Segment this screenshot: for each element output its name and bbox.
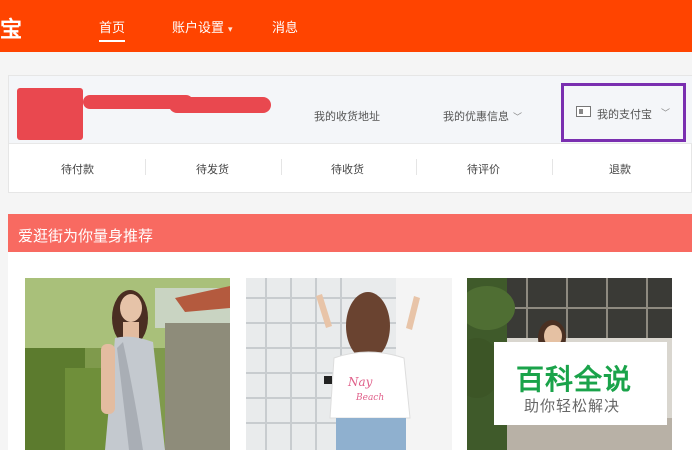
watermark-title: 百科全说 [516, 363, 633, 396]
my-address-link[interactable]: 我的收货地址 [314, 108, 380, 124]
nav-home[interactable]: 首页 [99, 17, 126, 42]
logo[interactable]: 宝 [0, 12, 22, 44]
recommendation-title: 爱逛街为你量身推荐 [18, 227, 154, 245]
chevron-down-icon: ﹀ [513, 113, 523, 123]
order-tab-refund[interactable]: 退款 [609, 161, 631, 177]
order-tab-pending-payment[interactable]: 待付款 [61, 161, 94, 177]
alipay-highlight-box[interactable]: 我的支付宝 ﹀ [561, 83, 686, 142]
user-panel: 我的收货地址 我的优惠信息 ﹀ 我的支付宝 ﹀ 待付款 待发货 待收货 待评价 退… [8, 75, 692, 193]
watermark-subtitle: 助你轻松解决 [524, 397, 621, 415]
tab-divider [552, 159, 553, 175]
nav-account-settings[interactable]: 账户设置 ▾ [172, 17, 233, 36]
chevron-down-icon: ﹀ [661, 109, 671, 119]
redacted-username-extra [169, 97, 271, 113]
top-nav-bar: 宝 首页 账户设置 ▾ 消息 [0, 0, 692, 52]
watermark-badge: 百科全说 助你轻松解决 [494, 342, 667, 425]
my-coupons-label: 我的优惠信息 [443, 110, 509, 123]
order-tab-pending-shipment[interactable]: 待发货 [196, 161, 229, 177]
nav-account-settings-label: 账户设置 [172, 21, 225, 36]
my-alipay-link: 我的支付宝 [597, 108, 652, 121]
order-tab-pending-review[interactable]: 待评价 [467, 161, 500, 177]
svg-text:Beach: Beach [355, 393, 384, 403]
alipay-card-icon [576, 106, 591, 117]
tab-divider [416, 159, 417, 175]
product-image-2[interactable]: Nay Beach [246, 278, 452, 450]
order-tab-pending-receipt[interactable]: 待收货 [331, 161, 364, 177]
chevron-down-icon: ▾ [228, 25, 233, 35]
tab-divider [145, 159, 146, 175]
tab-divider [281, 159, 282, 175]
recommendation-header: 爱逛街为你量身推荐 [8, 214, 692, 252]
my-coupons-link[interactable]: 我的优惠信息 ﹀ [443, 108, 522, 124]
svg-text:Nay: Nay [347, 375, 373, 389]
redacted-avatar [17, 88, 83, 140]
nav-messages[interactable]: 消息 [272, 17, 298, 36]
user-info-row: 我的收货地址 我的优惠信息 ﹀ 我的支付宝 ﹀ [9, 76, 692, 144]
product-image-1[interactable] [25, 278, 230, 450]
